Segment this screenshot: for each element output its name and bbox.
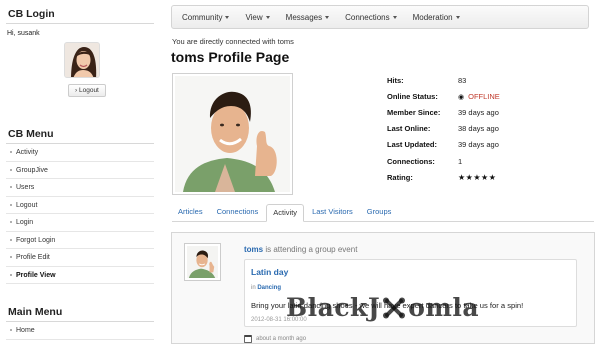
event-category-link[interactable]: Dancing — [257, 285, 281, 291]
nav-community[interactable]: Community — [182, 12, 230, 22]
menu-item-groupjive[interactable]: GroupJive — [6, 162, 154, 179]
cb-login-module: CB Login Hi, susank Logout — [6, 6, 154, 106]
activity-action-text: is attending a group event — [265, 245, 358, 254]
nav-messages[interactable]: Messages — [285, 12, 330, 22]
caret-down-icon — [455, 15, 460, 19]
caret-down-icon — [265, 15, 270, 19]
info-row-last-updated: Last Updated: 39 days ago — [387, 137, 500, 153]
nav-messages-label: Messages — [285, 12, 323, 22]
eye-icon: ◉ — [458, 93, 465, 101]
info-row-hits: Hits: 83 — [387, 72, 500, 88]
info-label: Last Updated: — [387, 140, 438, 150]
activity-avatar[interactable] — [184, 243, 221, 281]
menu-item-logout[interactable]: Logout — [6, 197, 154, 214]
cb-login-title: CB Login — [6, 6, 154, 24]
info-value: 1 — [458, 156, 463, 166]
main-menu-title: Main Menu — [6, 304, 154, 322]
activity-timestamp: about a month ago — [256, 336, 307, 342]
nav-connections[interactable]: Connections — [345, 12, 397, 22]
cb-menu-list: Activity GroupJive Users Logout Login Fo… — [6, 144, 154, 284]
caret-down-icon — [392, 15, 397, 19]
info-label: Rating: — [387, 172, 413, 182]
info-row-online-status: Online Status: ◉ OFFLINE — [387, 88, 500, 104]
logout-button[interactable]: Logout — [68, 84, 106, 97]
nav-community-label: Community — [182, 12, 223, 22]
tab-last-visitors[interactable]: Last Visitors — [306, 204, 359, 221]
status-badge: OFFLINE — [468, 91, 500, 101]
nav-moderation-label: Moderation — [412, 12, 453, 22]
tab-articles[interactable]: Articles — [172, 204, 209, 221]
info-value: 83 — [458, 75, 467, 85]
nav-moderation[interactable]: Moderation — [413, 13, 460, 22]
menu-item-activity[interactable]: Activity — [6, 144, 154, 162]
nav-connections-label: Connections — [345, 12, 390, 22]
nav-view[interactable]: View — [245, 12, 270, 22]
main-menu-list: Home — [6, 322, 154, 340]
tab-activity[interactable]: Activity — [266, 204, 305, 222]
nav-view-label: View — [245, 12, 263, 22]
calendar-icon — [244, 335, 252, 343]
menu-item-profile-view[interactable]: Profile View — [6, 267, 154, 284]
left-sidebar: CB Login Hi, susank Logout CB Menu Activ… — [6, 6, 154, 340]
login-greeting: Hi, susank — [7, 30, 40, 37]
info-value: ◉ OFFLINE — [458, 92, 500, 101]
menu-item-home[interactable]: Home — [6, 322, 154, 340]
user-avatar — [64, 42, 100, 78]
profile-photo — [172, 73, 293, 195]
info-label: Last Online: — [387, 124, 431, 134]
info-label: Online Status: — [387, 91, 438, 101]
connection-message: You are directly connected with toms — [172, 37, 294, 46]
info-label: Hits: — [387, 75, 404, 85]
info-value: 39 days ago — [458, 107, 499, 117]
activity-headline: toms is attending a group event — [244, 245, 357, 254]
event-title-link[interactable]: Latin day — [251, 267, 288, 277]
rating-stars[interactable]: ★★★★★ — [458, 173, 496, 182]
info-value: 38 days ago — [458, 124, 499, 134]
main-menu-module: Main Menu Home — [6, 304, 154, 340]
caret-down-icon — [325, 15, 330, 19]
cb-menu-title: CB Menu — [6, 126, 154, 144]
menu-item-users[interactable]: Users — [6, 179, 154, 197]
info-label: Connections: — [387, 156, 435, 166]
profile-info-table: Hits: 83 Online Status: ◉ OFFLINE Member … — [387, 72, 500, 185]
info-row-member-since: Member Since: 39 days ago — [387, 104, 500, 120]
info-label: Member Since: — [387, 107, 441, 117]
event-category-prefix: in — [251, 285, 256, 291]
caret-down-icon — [225, 15, 230, 19]
menu-item-profile-edit[interactable]: Profile Edit — [6, 249, 154, 267]
menu-item-login[interactable]: Login — [6, 214, 154, 232]
event-card: Latin day in Dancing Bring your latin da… — [244, 259, 577, 327]
event-category: in Dancing — [251, 285, 281, 291]
tab-connections[interactable]: Connections — [211, 204, 265, 221]
activity-panel: toms is attending a group event Latin da… — [171, 232, 595, 344]
profile-tabs: Articles Connections Activity Last Visit… — [172, 203, 594, 222]
info-row-rating: Rating: ★★★★★ — [387, 169, 500, 185]
info-row-connections: Connections: 1 — [387, 153, 500, 169]
info-value: 39 days ago — [458, 140, 499, 150]
top-navbar: Community View Messages Connections Mode… — [171, 5, 589, 29]
page-title: toms Profile Page — [171, 49, 290, 65]
cb-menu-module: CB Menu Activity GroupJive Users Logout … — [6, 126, 154, 284]
activity-user-link[interactable]: toms — [244, 245, 263, 254]
login-box: Hi, susank Logout — [6, 24, 154, 106]
event-date: 2012-08-31 16:00:00 — [251, 317, 307, 323]
tab-groups[interactable]: Groups — [361, 204, 398, 221]
event-description: Bring your latin dancing shoes - we will… — [251, 301, 524, 310]
info-row-last-online: Last Online: 38 days ago — [387, 121, 500, 137]
menu-item-forgot-login[interactable]: Forgot Login — [6, 232, 154, 249]
activity-footer: about a month ago — [244, 335, 306, 343]
